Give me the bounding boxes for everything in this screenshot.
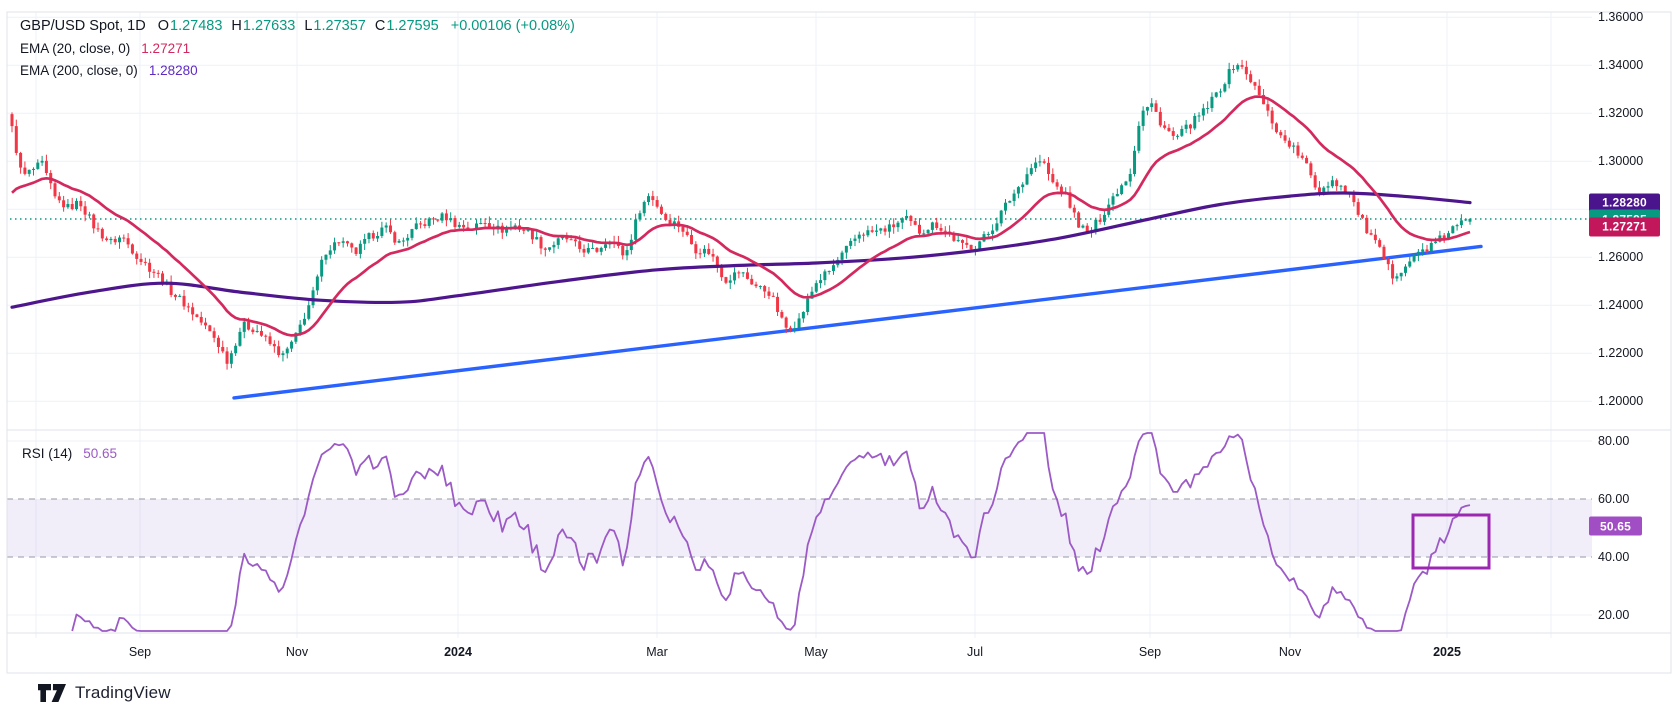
rsi-value: 50.65 bbox=[83, 446, 117, 461]
ohlc-row: GBP/USD Spot, 1D O1.27483 H1.27633 L1.27… bbox=[20, 15, 575, 37]
rsi-legend[interactable]: RSI (14) 50.65 bbox=[22, 446, 117, 461]
tradingview-brand-text: TradingView bbox=[75, 683, 171, 703]
low-value: L1.27357 bbox=[304, 18, 366, 34]
open-value: O1.27483 bbox=[158, 18, 223, 34]
close-value: C1.27595 bbox=[375, 18, 439, 34]
tradingview-logo-icon bbox=[37, 683, 67, 703]
tradingview-attribution[interactable]: TradingView bbox=[37, 683, 171, 703]
rsi-label: RSI (14) bbox=[22, 446, 72, 461]
ema200-value: 1.28280 bbox=[149, 63, 198, 78]
high-value: H1.27633 bbox=[231, 18, 295, 34]
change-value: +0.00106 (+0.08%) bbox=[451, 18, 575, 34]
ema20-row[interactable]: EMA (20, close, 0) 1.27271 bbox=[20, 37, 575, 59]
symbol-legend: GBP/USD Spot, 1D O1.27483 H1.27633 L1.27… bbox=[20, 15, 575, 81]
ema20-value: 1.27271 bbox=[141, 41, 190, 56]
tradingview-chart-snapshot: 1.360001.340001.320001.300001.260001.240… bbox=[0, 0, 1675, 718]
chart-canvas[interactable] bbox=[0, 0, 1675, 718]
ema200-row[interactable]: EMA (200, close, 0) 1.28280 bbox=[20, 59, 575, 81]
symbol-title[interactable]: GBP/USD Spot, 1D bbox=[20, 18, 146, 34]
ema20-label: EMA (20, close, 0) bbox=[20, 41, 130, 56]
ema200-label: EMA (200, close, 0) bbox=[20, 63, 138, 78]
